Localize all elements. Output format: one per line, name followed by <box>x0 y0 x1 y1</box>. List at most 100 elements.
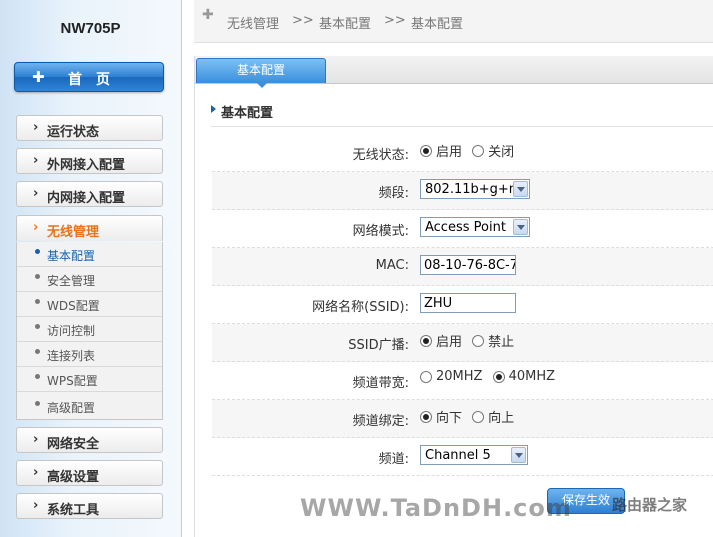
binding-up-radio[interactable] <box>472 410 485 423</box>
band-label: 频段: <box>378 186 409 201</box>
wireless-disable-option[interactable]: 关闭 <box>472 141 514 160</box>
mac-label: MAC: <box>375 258 409 273</box>
breadcrumb-item: 基本配置 <box>411 17 464 32</box>
triangle-right-icon <box>211 105 216 113</box>
channel-bandwidth-label: 频道带宽: <box>352 376 409 391</box>
submenu-item-label: 高级配置 <box>47 401 96 415</box>
home-button[interactable]: ✚ 首页 <box>14 62 164 92</box>
chevron-right-icon: › <box>33 220 39 235</box>
chevron-down-icon[interactable] <box>511 447 526 463</box>
ssid-broadcast-disable-option[interactable]: 禁止 <box>472 331 514 350</box>
sidebar-item-system-tools[interactable]: › 系统工具 <box>16 493 163 519</box>
submenu-item-wds[interactable]: WDS配置 <box>17 292 162 317</box>
bullet-icon <box>35 349 40 354</box>
chevron-right-icon: › <box>33 465 39 480</box>
chevron-down-icon[interactable] <box>513 219 528 235</box>
binding-down-option[interactable]: 向下 <box>420 407 462 426</box>
row-mac: MAC: 08-10-76-8C-7 <box>212 248 713 286</box>
submenu-item-label: WDS配置 <box>47 299 100 313</box>
sidebar-item-label: 内网接入配置 <box>47 191 126 206</box>
tab-strip: 基本配置 <box>195 56 713 84</box>
wireless-enable-option[interactable]: 启用 <box>420 141 462 160</box>
breadcrumb-separator: >> <box>292 13 314 28</box>
sidebar-item-label: 网络安全 <box>47 437 100 452</box>
sidebar-item-wireless[interactable]: › 无线管理 <box>16 215 163 241</box>
row-channel-bandwidth: 频道带宽: 20MHZ 40MHZ <box>212 362 713 400</box>
row-ssid: 网络名称(SSID): ZHU <box>212 286 713 324</box>
submenu-item-label: 连接列表 <box>47 349 96 363</box>
device-model: NW705P <box>60 20 121 37</box>
sidebar-item-status[interactable]: › 运行状态 <box>16 115 163 141</box>
submenu-item-security[interactable]: 安全管理 <box>17 267 162 292</box>
tab-pointer-icon <box>257 83 267 88</box>
channel-label: 频道: <box>378 452 409 467</box>
bandwidth-20mhz-option[interactable]: 20MHZ <box>420 369 482 384</box>
sidebar-item-label: 运行状态 <box>47 125 100 140</box>
sidebar-item-wan[interactable]: › 外网接入配置 <box>16 148 163 174</box>
content-panel: 基本配置 基本配置 无线状态: 启用 关闭 频段: 802.11b+g+n 网络… <box>194 56 713 537</box>
tab-basic-config[interactable]: 基本配置 <box>196 58 326 83</box>
plus-icon: ✚ <box>202 7 214 23</box>
submenu-item-access-control[interactable]: 访问控制 <box>17 317 162 342</box>
sidebar-item-lan[interactable]: › 内网接入配置 <box>16 181 163 207</box>
row-ssid-broadcast: SSID广播: 启用 禁止 <box>212 324 713 362</box>
sidebar-item-label: 外网接入配置 <box>47 158 126 173</box>
sidebar-item-label: 系统工具 <box>47 503 100 518</box>
breadcrumb-separator: >> <box>384 13 406 28</box>
band-select[interactable]: 802.11b+g+n <box>420 179 530 199</box>
ssid-broadcast-disable-radio[interactable] <box>472 334 485 347</box>
breadcrumb-item[interactable]: 无线管理 <box>227 13 279 32</box>
row-network-mode: 网络模式: Access Point <box>212 210 713 248</box>
sidebar-item-network-security[interactable]: › 网络安全 <box>16 427 163 453</box>
sidebar-item-label: 高级设置 <box>47 470 100 485</box>
wireless-submenu: 基本配置 安全管理 WDS配置 访问控制 连接列表 WPS配置 高级配置 <box>16 242 163 420</box>
wireless-disable-radio[interactable] <box>472 144 485 157</box>
wireless-enable-radio[interactable] <box>420 144 432 157</box>
watermark-brand: 路由器之家 <box>612 496 688 514</box>
home-button-label: 首页 <box>68 72 124 88</box>
network-mode-select[interactable]: Access Point <box>420 217 530 237</box>
binding-down-radio[interactable] <box>420 410 432 423</box>
submenu-item-label: 基本配置 <box>47 249 96 263</box>
chevron-down-icon[interactable] <box>513 181 528 197</box>
sidebar-item-advanced-settings[interactable]: › 高级设置 <box>16 460 163 486</box>
section-divider <box>211 126 713 127</box>
submenu-item-connection-list[interactable]: 连接列表 <box>17 342 162 367</box>
row-wireless-status: 无线状态: 启用 关闭 <box>212 134 713 172</box>
ssid-input[interactable]: ZHU <box>420 293 516 313</box>
ssid-label: 网络名称(SSID): <box>312 300 409 315</box>
channel-binding-label: 频道绑定: <box>352 414 409 429</box>
section-title-text: 基本配置 <box>221 106 274 121</box>
row-band: 频段: 802.11b+g+n <box>212 172 713 210</box>
breadcrumb: ✚ 无线管理 >> 基本配置 >> 基本配置 <box>194 0 713 43</box>
row-channel-binding: 频道绑定: 向下 向上 <box>212 400 713 438</box>
submenu-item-label: WPS配置 <box>47 374 98 388</box>
bullet-icon <box>35 374 40 379</box>
breadcrumb-item[interactable]: 基本配置 <box>319 13 371 32</box>
chevron-right-icon: › <box>33 153 39 168</box>
bandwidth-40mhz-radio[interactable] <box>492 370 505 383</box>
bandwidth-40mhz-option[interactable]: 40MHZ <box>492 369 555 384</box>
wireless-status-label: 无线状态: <box>352 148 409 163</box>
ssid-broadcast-enable-option[interactable]: 启用 <box>420 331 462 350</box>
row-channel: 频道: Channel 5 <box>212 438 713 476</box>
network-mode-label: 网络模式: <box>352 224 409 239</box>
bullet-icon <box>35 274 40 279</box>
chevron-right-icon: › <box>33 498 39 513</box>
bullet-icon <box>35 401 40 406</box>
submenu-item-wps[interactable]: WPS配置 <box>17 367 162 392</box>
submenu-item-advanced[interactable]: 高级配置 <box>17 394 162 419</box>
chevron-right-icon: › <box>33 120 39 135</box>
ssid-broadcast-label: SSID广播: <box>348 338 409 353</box>
submenu-item-label: 访问控制 <box>47 324 96 338</box>
submenu-item-label: 安全管理 <box>47 274 96 288</box>
mac-input[interactable]: 08-10-76-8C-7 <box>420 255 516 275</box>
ssid-broadcast-enable-radio[interactable] <box>420 334 432 347</box>
binding-up-option[interactable]: 向上 <box>472 407 514 426</box>
channel-select[interactable]: Channel 5 <box>420 445 528 465</box>
chevron-right-icon: › <box>33 432 39 447</box>
bandwidth-20mhz-radio[interactable] <box>420 370 432 383</box>
sidebar: NW705P ✚ 首页 › 运行状态 › 外网接入配置 › 内网接入配置 › 无… <box>0 0 182 537</box>
submenu-item-basic[interactable]: 基本配置 <box>17 242 162 267</box>
chevron-right-icon: › <box>33 186 39 201</box>
